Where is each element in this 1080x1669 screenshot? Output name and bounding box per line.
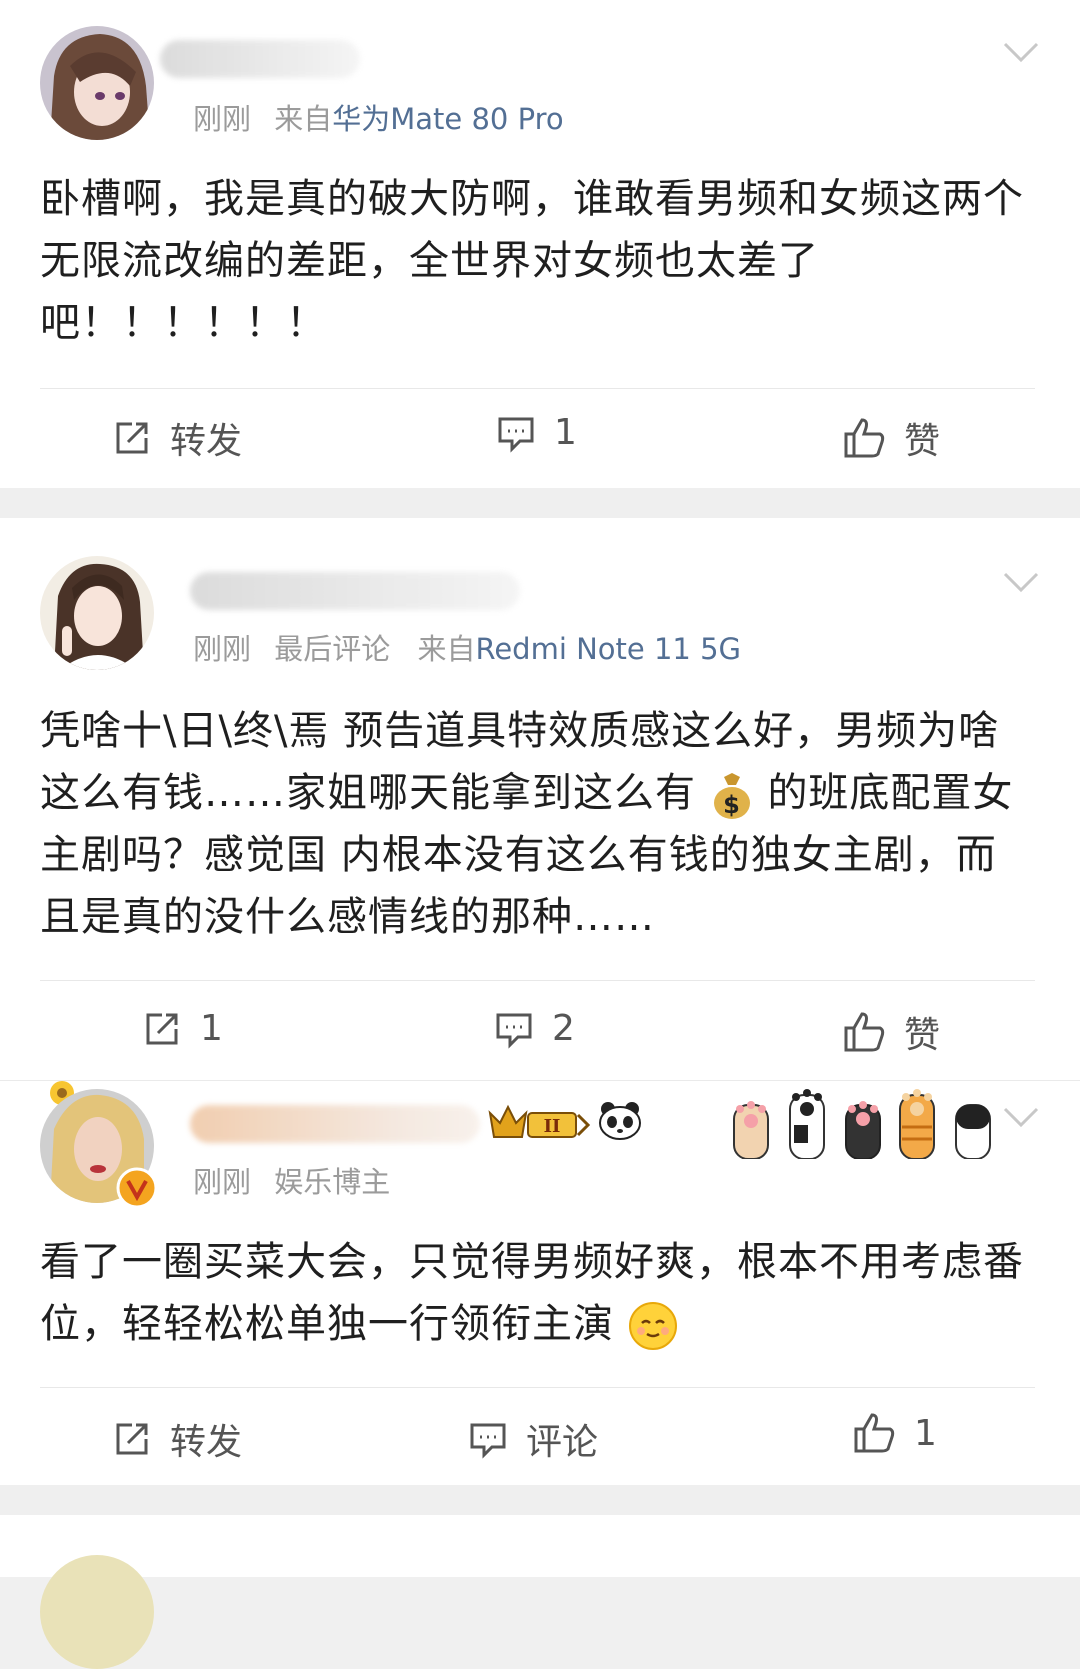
money-bag-emoji: $	[713, 773, 750, 819]
comment-button[interactable]: 1	[496, 412, 577, 453]
post-card-1: 刚刚 来自华为Mate 80 Pro 卧槽啊，我是真的破大防啊，谁敢看男频和女频…	[0, 0, 1080, 488]
username-blurred[interactable]	[190, 572, 520, 610]
repost-label: 转发	[170, 1422, 243, 1463]
post-meta: 刚刚 娱乐博主	[193, 1159, 390, 1201]
username-blurred[interactable]	[190, 1105, 480, 1143]
repost-label: 转发	[170, 421, 243, 462]
user-tag: 娱乐博主	[274, 1165, 391, 1199]
cat-paw-decoration	[728, 1081, 998, 1161]
avatar[interactable]	[40, 1555, 154, 1669]
repost-icon	[146, 1013, 178, 1044]
username-blurred[interactable]	[160, 40, 360, 78]
post-time: 刚刚	[193, 1165, 252, 1199]
content-text: 看了一圈买菜大会，只觉得男频好爽，根本不用考虑番位，轻轻松松单独一行领衔主演	[40, 1239, 1024, 1347]
comment-button[interactable]: 2	[494, 1008, 575, 1049]
device-link[interactable]: Redmi Note 11 5G	[475, 632, 741, 666]
chevron-down-icon[interactable]	[1002, 40, 1040, 64]
like-button[interactable]: 赞	[842, 1006, 940, 1058]
panda-icon	[599, 1102, 641, 1140]
post-content: 凭啥十\日\终\焉 预告道具特效质感这么好，男频为啥这么有钱……家姐哪天能拿到这…	[40, 700, 1030, 948]
card-separator	[0, 1485, 1080, 1515]
like-icon	[844, 418, 885, 458]
cat-paw-icon	[899, 1089, 935, 1159]
svg-text:$: $	[723, 791, 741, 819]
like-count: 1	[914, 1412, 937, 1454]
post-card-2: 刚刚 最后评论 来自Redmi Note 11 5G 凭啥十\日\终\焉 预告道…	[0, 518, 1080, 1080]
comment-label: 评论	[526, 1422, 599, 1463]
repost-icon	[116, 422, 148, 454]
cat-paw-icon	[845, 1101, 881, 1159]
repost-count: 1	[200, 1008, 223, 1049]
post-content: 看了一圈买菜大会，只觉得男频好爽，根本不用考虑番位，轻轻松松单独一行领衔主演	[40, 1231, 1030, 1355]
comment-icon	[498, 417, 534, 453]
source-prefix: 来自	[417, 632, 476, 666]
repost-button[interactable]: 1	[142, 1008, 223, 1049]
device-link[interactable]: 华为Mate 80 Pro	[332, 102, 563, 136]
comment-icon	[496, 1013, 532, 1049]
like-label: 赞	[904, 1015, 941, 1056]
post-time: 刚刚	[193, 102, 252, 136]
comment-count: 1	[554, 412, 577, 453]
like-button[interactable]: 1	[852, 1411, 937, 1455]
cat-paw-icon	[955, 1104, 991, 1159]
repost-button[interactable]: 转发	[112, 412, 242, 464]
avatar[interactable]	[40, 556, 154, 670]
post-card-3: II 刚刚 娱乐博主 看了一圈买菜大会，只觉得男频好爽，根本不用考虑番位，轻轻松…	[0, 1080, 1080, 1486]
like-button[interactable]: 赞	[842, 412, 940, 464]
repost-icon	[116, 1423, 148, 1455]
like-label: 赞	[904, 421, 941, 462]
last-comment-label: 最后评论	[274, 632, 391, 666]
post-time: 刚刚	[193, 632, 252, 666]
divider	[40, 980, 1035, 981]
verified-badge-icon	[116, 1167, 158, 1209]
cat-paw-icon	[733, 1101, 769, 1159]
post-meta: 刚刚 来自华为Mate 80 Pro	[193, 96, 564, 138]
crown-badge-icon: II	[488, 1104, 591, 1138]
divider	[40, 1387, 1035, 1388]
card-separator	[0, 488, 1080, 518]
chevron-down-icon[interactable]	[1002, 1105, 1040, 1129]
avatar[interactable]	[40, 26, 154, 140]
svg-text:II: II	[544, 1116, 561, 1137]
comment-count: 2	[552, 1008, 575, 1049]
cat-paw-icon	[789, 1089, 825, 1159]
repost-button[interactable]: 转发	[112, 1413, 242, 1465]
divider	[40, 388, 1035, 389]
post-card-4-partial	[0, 1515, 1080, 1669]
smile-emoji	[628, 1302, 677, 1350]
comment-button[interactable]: 评论	[468, 1413, 598, 1465]
source-prefix: 来自	[274, 102, 333, 136]
post-meta: 刚刚 最后评论 来自Redmi Note 11 5G	[193, 626, 741, 668]
like-icon	[854, 1413, 895, 1453]
chevron-down-icon[interactable]	[1002, 570, 1040, 594]
post-content: 卧槽啊，我是真的破大防啊，谁敢看男频和女频这两个无限流改编的差距，全世界对女频也…	[40, 176, 1024, 346]
like-icon	[844, 1012, 885, 1052]
comment-icon	[470, 1423, 506, 1459]
